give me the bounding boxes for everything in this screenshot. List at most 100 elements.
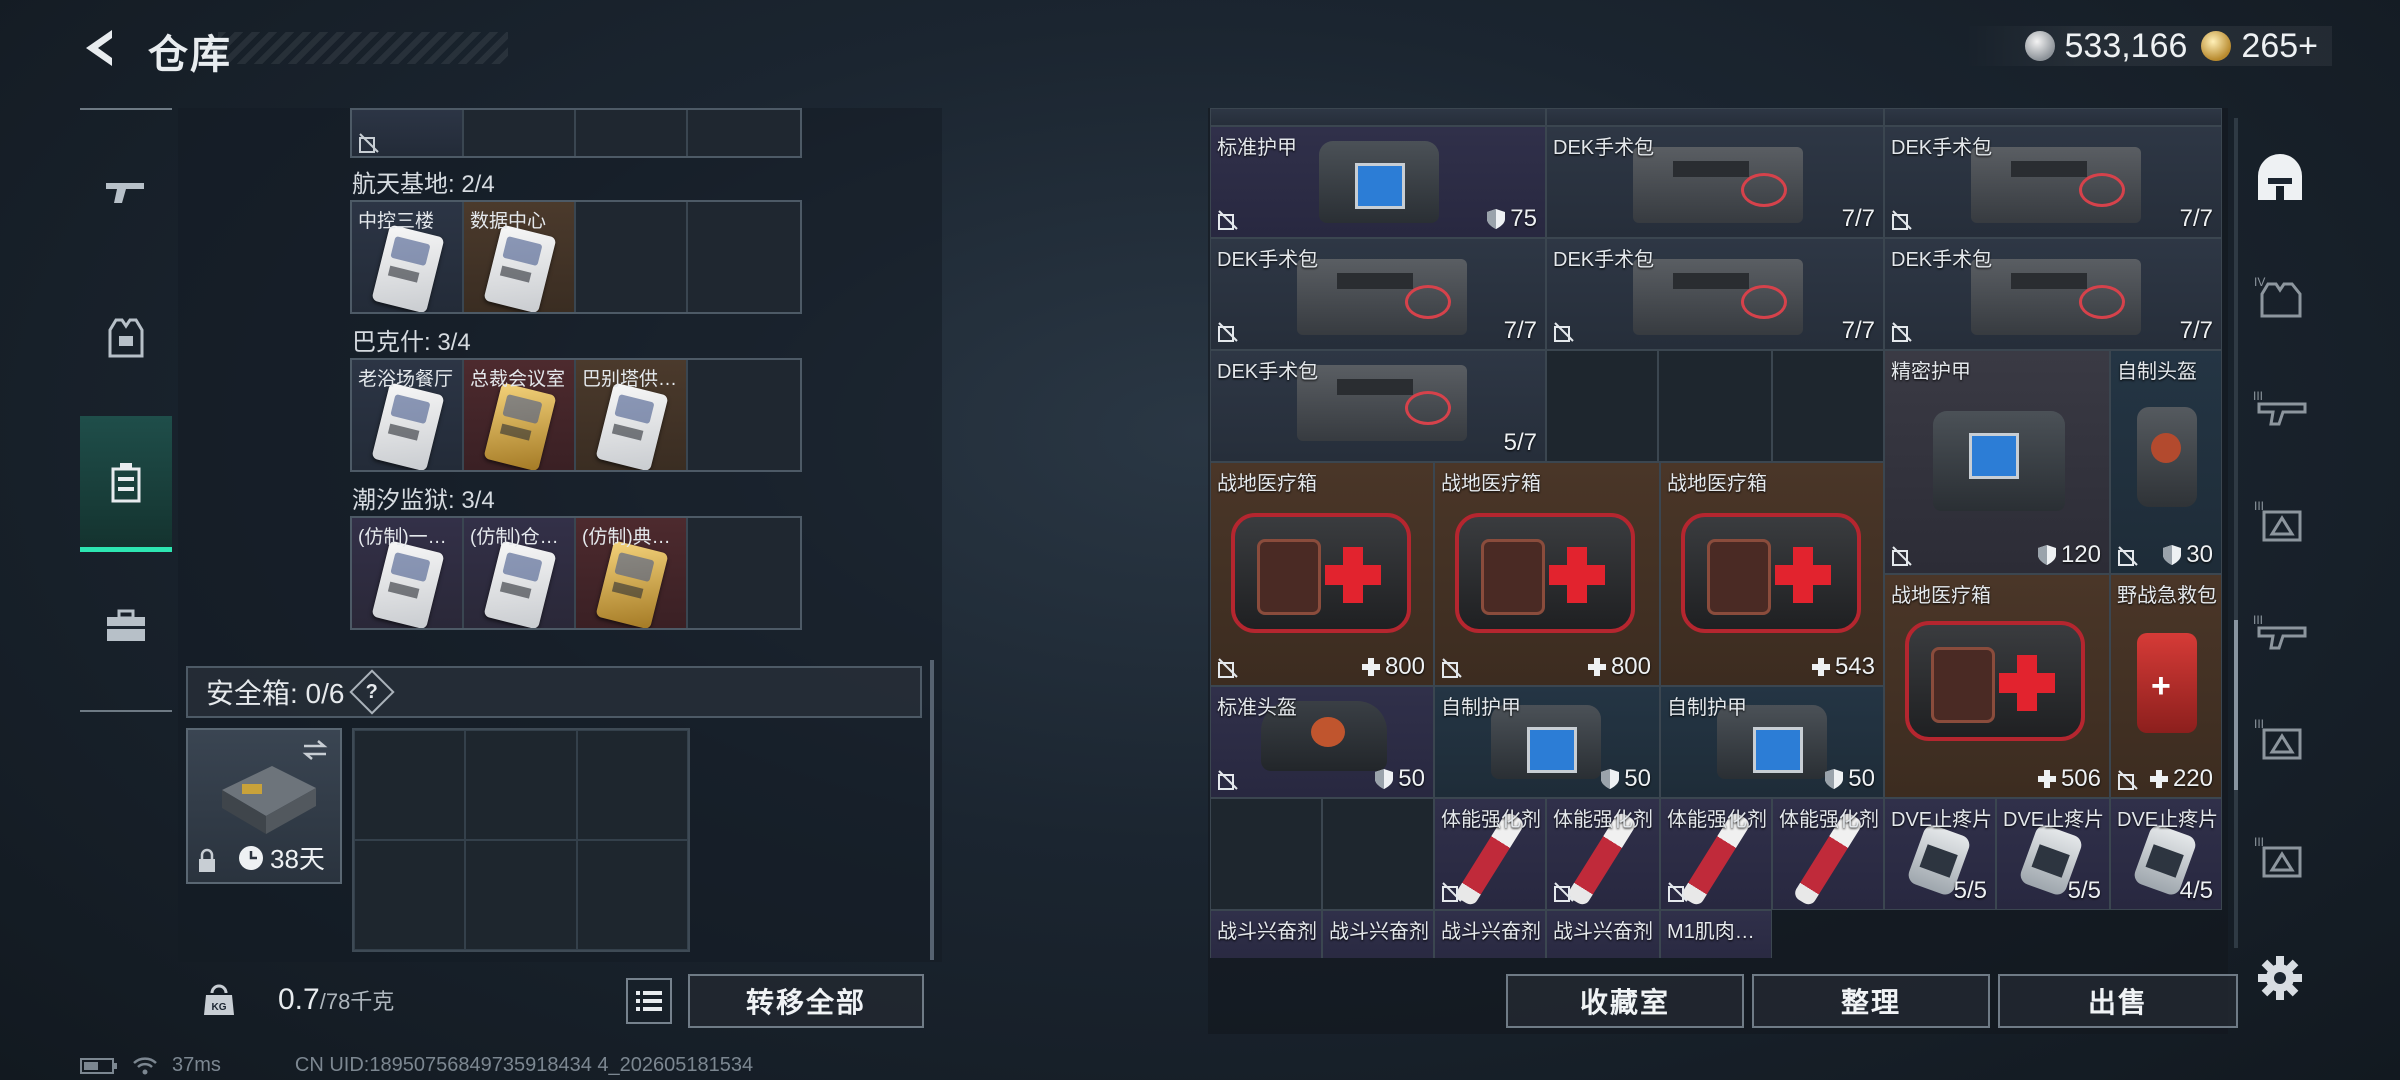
item-field-first-aid-kit[interactable]: 野战急救包 220 xyxy=(2110,574,2222,798)
item-dve-painkiller[interactable]: DVE止疼片 4/5 xyxy=(2110,798,2222,910)
inventory-empty-cell[interactable] xyxy=(1210,798,1322,910)
item-standard-helmet[interactable]: 标准头盔 50 xyxy=(1210,686,1434,798)
inventory-empty-cell[interactable] xyxy=(1772,350,1884,462)
key-slot-empty[interactable] xyxy=(576,110,688,156)
nav-weapons[interactable] xyxy=(80,124,172,260)
key-slot[interactable]: 巴别塔供… xyxy=(576,360,688,470)
key-slot-empty[interactable] xyxy=(688,360,800,470)
keycard-image xyxy=(371,540,445,628)
item-combat-stimulant[interactable]: 战斗兴奋剂 xyxy=(1322,910,1434,958)
safebox-slot[interactable] xyxy=(354,840,466,950)
safebox-slot[interactable] xyxy=(354,730,466,840)
item-dek-surgical-kit[interactable]: DEK手术包 7/7 xyxy=(1210,238,1546,350)
nav-keys[interactable] xyxy=(80,416,172,552)
item-field-medbox[interactable]: 战地医疗箱 800 xyxy=(1210,462,1434,686)
item-dek-surgical-kit[interactable]: DEK手术包 7/7 xyxy=(1884,238,2222,350)
item-field-medbox[interactable]: 战地医疗箱 543 xyxy=(1660,462,1884,686)
nav-gun-slot-1[interactable]: III xyxy=(2248,376,2312,440)
key-slot-empty[interactable] xyxy=(688,110,800,156)
uid-text: CN UID:18950756849735918434 4_2026051815… xyxy=(294,1054,754,1076)
nav-armor-iii-slot-2[interactable]: III xyxy=(2248,706,2312,770)
item-stamina-booster[interactable]: 体能强化剂 xyxy=(1772,798,1884,910)
nav-armor-iii-slot[interactable]: III xyxy=(2248,488,2312,552)
inventory-cell[interactable] xyxy=(1884,108,2222,126)
safebox-slot[interactable] xyxy=(465,840,577,950)
key-slot-empty[interactable] xyxy=(688,518,800,628)
key-slot[interactable]: 总裁会议室 xyxy=(464,360,576,470)
swap-icon[interactable] xyxy=(300,738,330,762)
key-slot[interactable]: (仿制)典… xyxy=(576,518,688,628)
item-label: 战地医疗箱 xyxy=(1217,473,1317,495)
inventory-cell[interactable] xyxy=(1210,108,1546,126)
item-stamina-booster[interactable]: 体能强化剂 xyxy=(1660,798,1772,910)
safebox-slot[interactable] xyxy=(576,730,688,840)
key-row-partial xyxy=(350,108,802,158)
inventory-empty-cell[interactable] xyxy=(1322,798,1434,910)
key-slot[interactable]: 数据中心 xyxy=(464,202,576,312)
item-self-made-helmet[interactable]: 自制头盔 30 xyxy=(2110,350,2222,574)
help-icon[interactable]: ? xyxy=(349,669,396,715)
item-combat-stimulant[interactable]: 战斗兴奋剂 xyxy=(1546,910,1660,958)
item-precision-armor[interactable]: 精密护甲 120 xyxy=(1884,350,2110,574)
inventory-empty-cell[interactable] xyxy=(1658,350,1772,462)
key-slot[interactable]: 老浴场餐厅 xyxy=(352,360,464,470)
key-slot-empty[interactable] xyxy=(576,202,688,312)
safebox-item[interactable]: 38天 xyxy=(186,728,342,884)
back-arrow-icon[interactable] xyxy=(78,26,122,70)
sell-button[interactable]: 出售 xyxy=(1998,974,2238,1028)
item-m1-muscle[interactable]: M1肌肉… xyxy=(1660,910,1772,958)
key-slot[interactable]: (仿制)一… xyxy=(352,518,464,628)
item-stamina-booster[interactable]: 体能强化剂 xyxy=(1434,798,1546,910)
inventory-cell[interactable] xyxy=(1546,108,1884,126)
sort-button[interactable]: 整理 xyxy=(1752,974,1990,1028)
item-dek-surgical-kit[interactable]: DEK手术包 7/7 xyxy=(1546,126,1884,238)
settings-gear-icon[interactable] xyxy=(2256,954,2304,1002)
weight-value: 0.7/78千克 xyxy=(278,983,395,1016)
nav-supplies[interactable] xyxy=(80,558,172,694)
inventory-empty-cell[interactable] xyxy=(1546,350,1658,462)
item-field-medbox[interactable]: 战地医疗箱 800 xyxy=(1434,462,1660,686)
weight-bar: KG 0.7/78千克 转移全部 xyxy=(178,964,942,1036)
nav-equipment[interactable] xyxy=(80,270,172,406)
item-label: DEK手术包 xyxy=(1217,249,1319,271)
item-count: 4/5 xyxy=(2179,877,2213,904)
no-bind-icon xyxy=(1218,210,1238,230)
item-dve-painkiller[interactable]: DVE止疼片 5/5 xyxy=(1884,798,1996,910)
collection-room-button[interactable]: 收藏室 xyxy=(1506,974,1744,1028)
transfer-all-button[interactable]: 转移全部 xyxy=(688,974,924,1028)
inventory-scrollbar-thumb[interactable] xyxy=(2234,620,2238,790)
list-view-button[interactable] xyxy=(626,978,672,1024)
inventory-scrollbar[interactable] xyxy=(2234,118,2238,948)
item-self-made-armor[interactable]: 自制护甲 50 xyxy=(1660,686,1884,798)
item-dek-surgical-kit[interactable]: DEK手术包 5/7 xyxy=(1210,350,1546,462)
item-standard-armor[interactable]: 标准护甲 75 xyxy=(1210,126,1546,238)
item-field-medbox[interactable]: 战地医疗箱 506 xyxy=(1884,574,2110,798)
key-slot[interactable]: (仿制)仓… xyxy=(464,518,576,628)
nav-helmet-slot[interactable] xyxy=(2248,146,2312,210)
left-scrollbar[interactable] xyxy=(930,660,934,960)
nav-armor-iii-slot-3[interactable]: III xyxy=(2248,824,2312,888)
key-slot-empty[interactable] xyxy=(688,202,800,312)
safebox-slot[interactable] xyxy=(576,840,688,950)
item-dek-surgical-kit[interactable]: DEK手术包 7/7 xyxy=(1884,126,2222,238)
safebox-slot[interactable] xyxy=(465,730,577,840)
no-bind-icon xyxy=(1218,658,1238,678)
key-slot[interactable]: 中控三楼 xyxy=(352,202,464,312)
inventory-grid: 标准护甲 75 DEK手术包 7/7 DEK手术包 7/7 DEK手术包 7/7… xyxy=(1210,108,2222,958)
item-combat-stimulant[interactable]: 战斗兴奋剂 xyxy=(1434,910,1546,958)
silver-currency[interactable]: 533,166 xyxy=(2024,27,2187,66)
keycard-image xyxy=(371,382,445,470)
medbox-image xyxy=(1905,621,2085,741)
item-combat-stimulant[interactable]: 战斗兴奋剂 xyxy=(1210,910,1322,958)
item-dek-surgical-kit[interactable]: DEK手术包 7/7 xyxy=(1546,238,1884,350)
gold-currency[interactable]: 265+ xyxy=(2201,27,2318,66)
item-stamina-booster[interactable]: 体能强化剂 xyxy=(1546,798,1660,910)
nav-gun-slot-2[interactable]: III xyxy=(2248,600,2312,664)
item-dve-painkiller[interactable]: DVE止疼片 5/5 xyxy=(1996,798,2110,910)
category-nav xyxy=(80,108,172,712)
key-slot-empty[interactable] xyxy=(464,110,576,156)
item-self-made-armor[interactable]: 自制护甲 50 xyxy=(1434,686,1660,798)
keycard-image xyxy=(483,382,557,470)
nav-armor-iv-slot[interactable]: IV xyxy=(2248,264,2312,328)
key-slot[interactable] xyxy=(352,110,464,156)
